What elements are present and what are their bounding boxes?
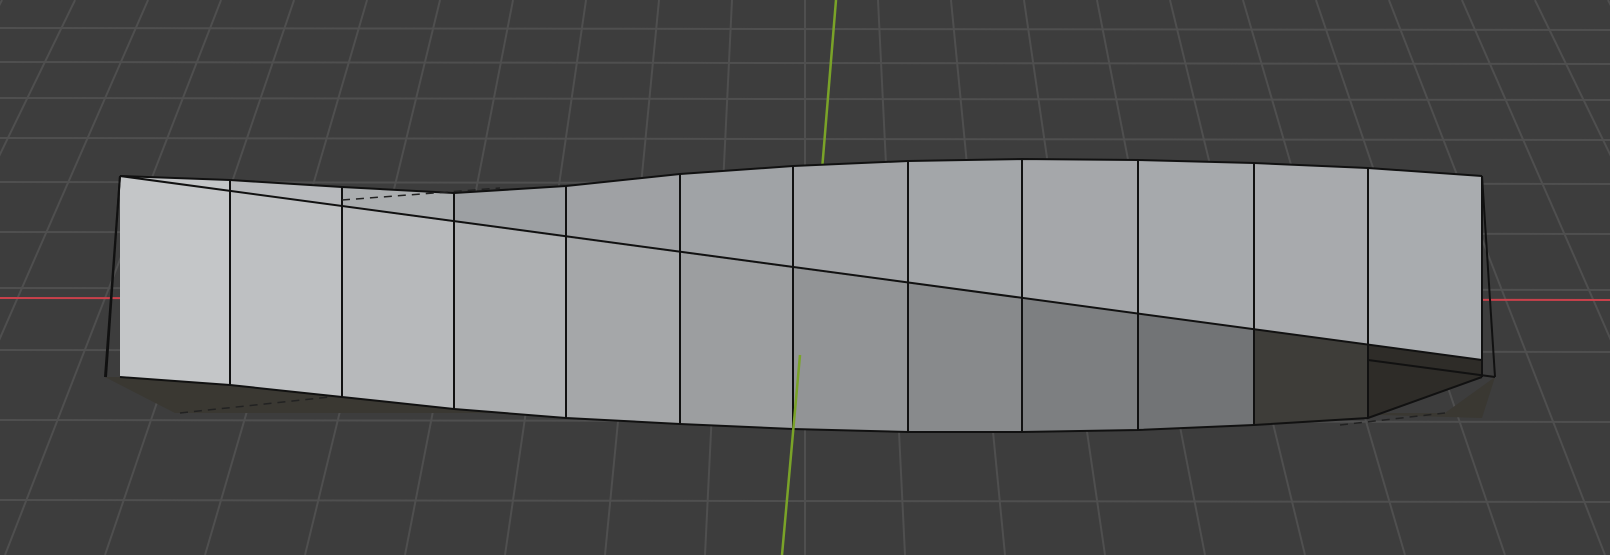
mesh-face-lower [1022,298,1138,432]
mesh-face-upper [1022,159,1138,314]
mesh-face-lower [454,222,566,418]
mesh-face-lower [120,176,230,385]
mesh-face-upper [908,159,1022,299]
mesh-face-upper [1254,163,1368,345]
mesh-face-lower [566,237,680,424]
mesh-face-upper [680,166,793,268]
mesh-face-upper [793,161,908,284]
mesh-face-lower [342,206,454,409]
mesh-face-lower [1138,314,1254,430]
mesh-face-lower [1254,329,1368,425]
mesh-face-lower [680,252,793,429]
mesh-face-lower [908,283,1022,432]
mesh-face-lower [230,191,342,397]
3d-viewport[interactable] [0,0,1610,555]
mesh-face-upper [1368,168,1482,360]
twisted-strip-mesh[interactable] [104,157,1496,433]
mesh-face-lower [793,268,908,432]
mesh-face-upper [1138,160,1254,330]
